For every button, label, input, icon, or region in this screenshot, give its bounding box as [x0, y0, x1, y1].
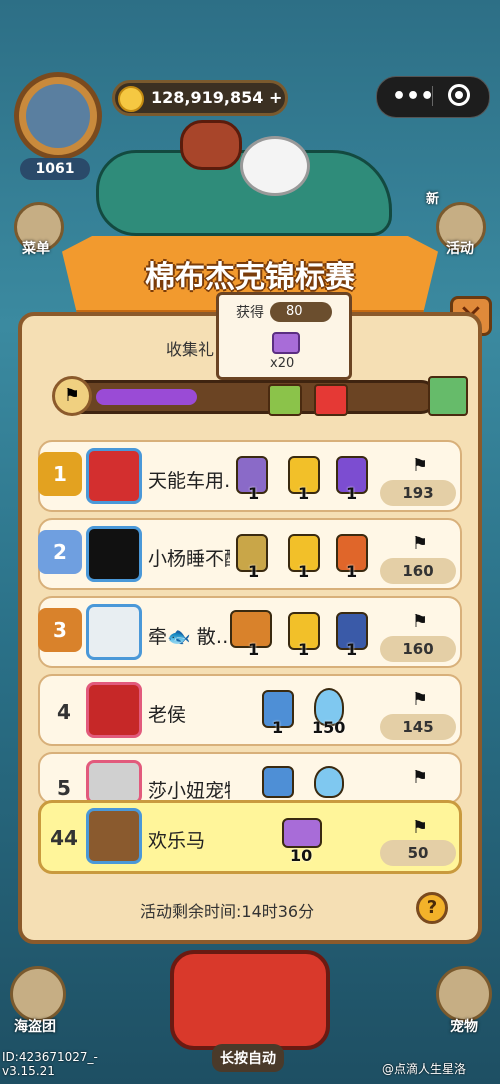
capsule-divider	[432, 86, 433, 106]
more-menu-icon[interactable]: •••	[392, 84, 434, 109]
version: v3.15.21	[2, 1064, 55, 1078]
score: 193	[380, 480, 456, 506]
reward-qty: 1	[248, 484, 260, 503]
gift-final-icon[interactable]	[428, 376, 468, 416]
collect-label: 收集礼	[166, 340, 215, 359]
collect-progress-fill	[96, 389, 197, 405]
build-info: ID:423671027_- v3.15.21	[2, 1050, 98, 1078]
reward-qty: 1	[298, 562, 310, 581]
level-badge: 1061	[20, 158, 90, 180]
pirate-flag-icon: ⚑	[411, 689, 429, 710]
my-avatar	[86, 808, 142, 864]
my-rank-number: 44	[50, 826, 78, 850]
duck-illustration	[240, 136, 310, 196]
close-app-icon[interactable]	[448, 84, 470, 106]
gift-tier2-icon[interactable]	[314, 384, 348, 416]
pirate-flag-icon: ⚑	[411, 533, 429, 554]
player-avatar	[26, 84, 90, 148]
reward-qty: 1	[346, 562, 358, 581]
my-score: 50	[380, 840, 456, 866]
pirate-flag-icon: ⚑	[411, 767, 429, 788]
player-name: 小杨睡不醒	[148, 548, 230, 570]
pirate-crew-label: 海盗团	[14, 1019, 56, 1035]
reward-qty: 10	[290, 846, 313, 865]
rank-number: 5	[57, 776, 71, 800]
auto-spin-label[interactable]: 长按自动	[212, 1044, 284, 1072]
reward-qty: 1	[346, 484, 358, 503]
avatar	[86, 526, 142, 582]
pirate-flag-icon: ⚑	[411, 455, 429, 476]
player-name: 牵🐟 散…	[148, 626, 230, 648]
pet-label: 宠物	[450, 1019, 478, 1035]
player-name: 莎小妞宠物	[148, 780, 230, 802]
avatar	[86, 604, 142, 660]
reward-qty: 1	[298, 484, 310, 503]
blue-card-icon	[262, 766, 294, 798]
tooltip-flag-count: 80	[270, 302, 332, 322]
reward-qty: 1	[248, 562, 260, 581]
tournament-title: 棉布杰克锦标赛	[145, 260, 355, 295]
tooltip-qty: x20	[270, 356, 295, 371]
new-badge: 新	[426, 192, 440, 207]
pirate-flag-icon: ⚑	[411, 611, 429, 632]
help-button[interactable]: ?	[416, 892, 448, 924]
score: 160	[380, 636, 456, 662]
player-name: 老侯	[148, 704, 187, 726]
time-remaining: 活动剩余时间:14时36分	[140, 902, 315, 921]
rank-number: 4	[57, 700, 71, 724]
meat-illustration	[180, 120, 242, 170]
reward-qty: 1	[248, 640, 260, 659]
menu-label: 菜单	[22, 241, 50, 257]
pirate-flag-icon: ⚑	[411, 817, 429, 838]
player-name: 天能车用…	[148, 470, 230, 492]
bronze-medal-icon: 3	[38, 608, 82, 652]
pet-button[interactable]	[436, 966, 492, 1022]
spin-button[interactable]	[170, 950, 330, 1050]
user-id: ID:423671027_-	[2, 1050, 98, 1064]
my-name: 欢乐马	[148, 830, 206, 852]
avatar	[86, 760, 142, 804]
pirate-flag-icon: ⚑	[52, 376, 92, 416]
watermark: @点滴人生星洛	[382, 1062, 467, 1076]
book-icon	[272, 332, 300, 354]
reward-qty: 150	[312, 718, 346, 737]
event-label: 活动	[446, 241, 474, 257]
score: 145	[380, 714, 456, 740]
potion-icon	[314, 766, 344, 798]
silver-medal-icon: 2	[38, 530, 82, 574]
reward-qty: 1	[298, 640, 310, 659]
avatar	[86, 682, 142, 738]
reward-qty: 1	[346, 640, 358, 659]
avatar	[86, 448, 142, 504]
book-icon	[282, 818, 322, 848]
coin-icon	[118, 86, 144, 112]
reward-qty: 1	[272, 718, 284, 737]
tooltip-gain-label: 获得	[236, 305, 264, 321]
gift-tier1-icon[interactable]	[268, 384, 302, 416]
pirate-crew-button[interactable]	[10, 966, 66, 1022]
score: 160	[380, 558, 456, 584]
add-coins-icon[interactable]: +	[269, 88, 282, 107]
gold-medal-icon: 1	[38, 452, 82, 496]
